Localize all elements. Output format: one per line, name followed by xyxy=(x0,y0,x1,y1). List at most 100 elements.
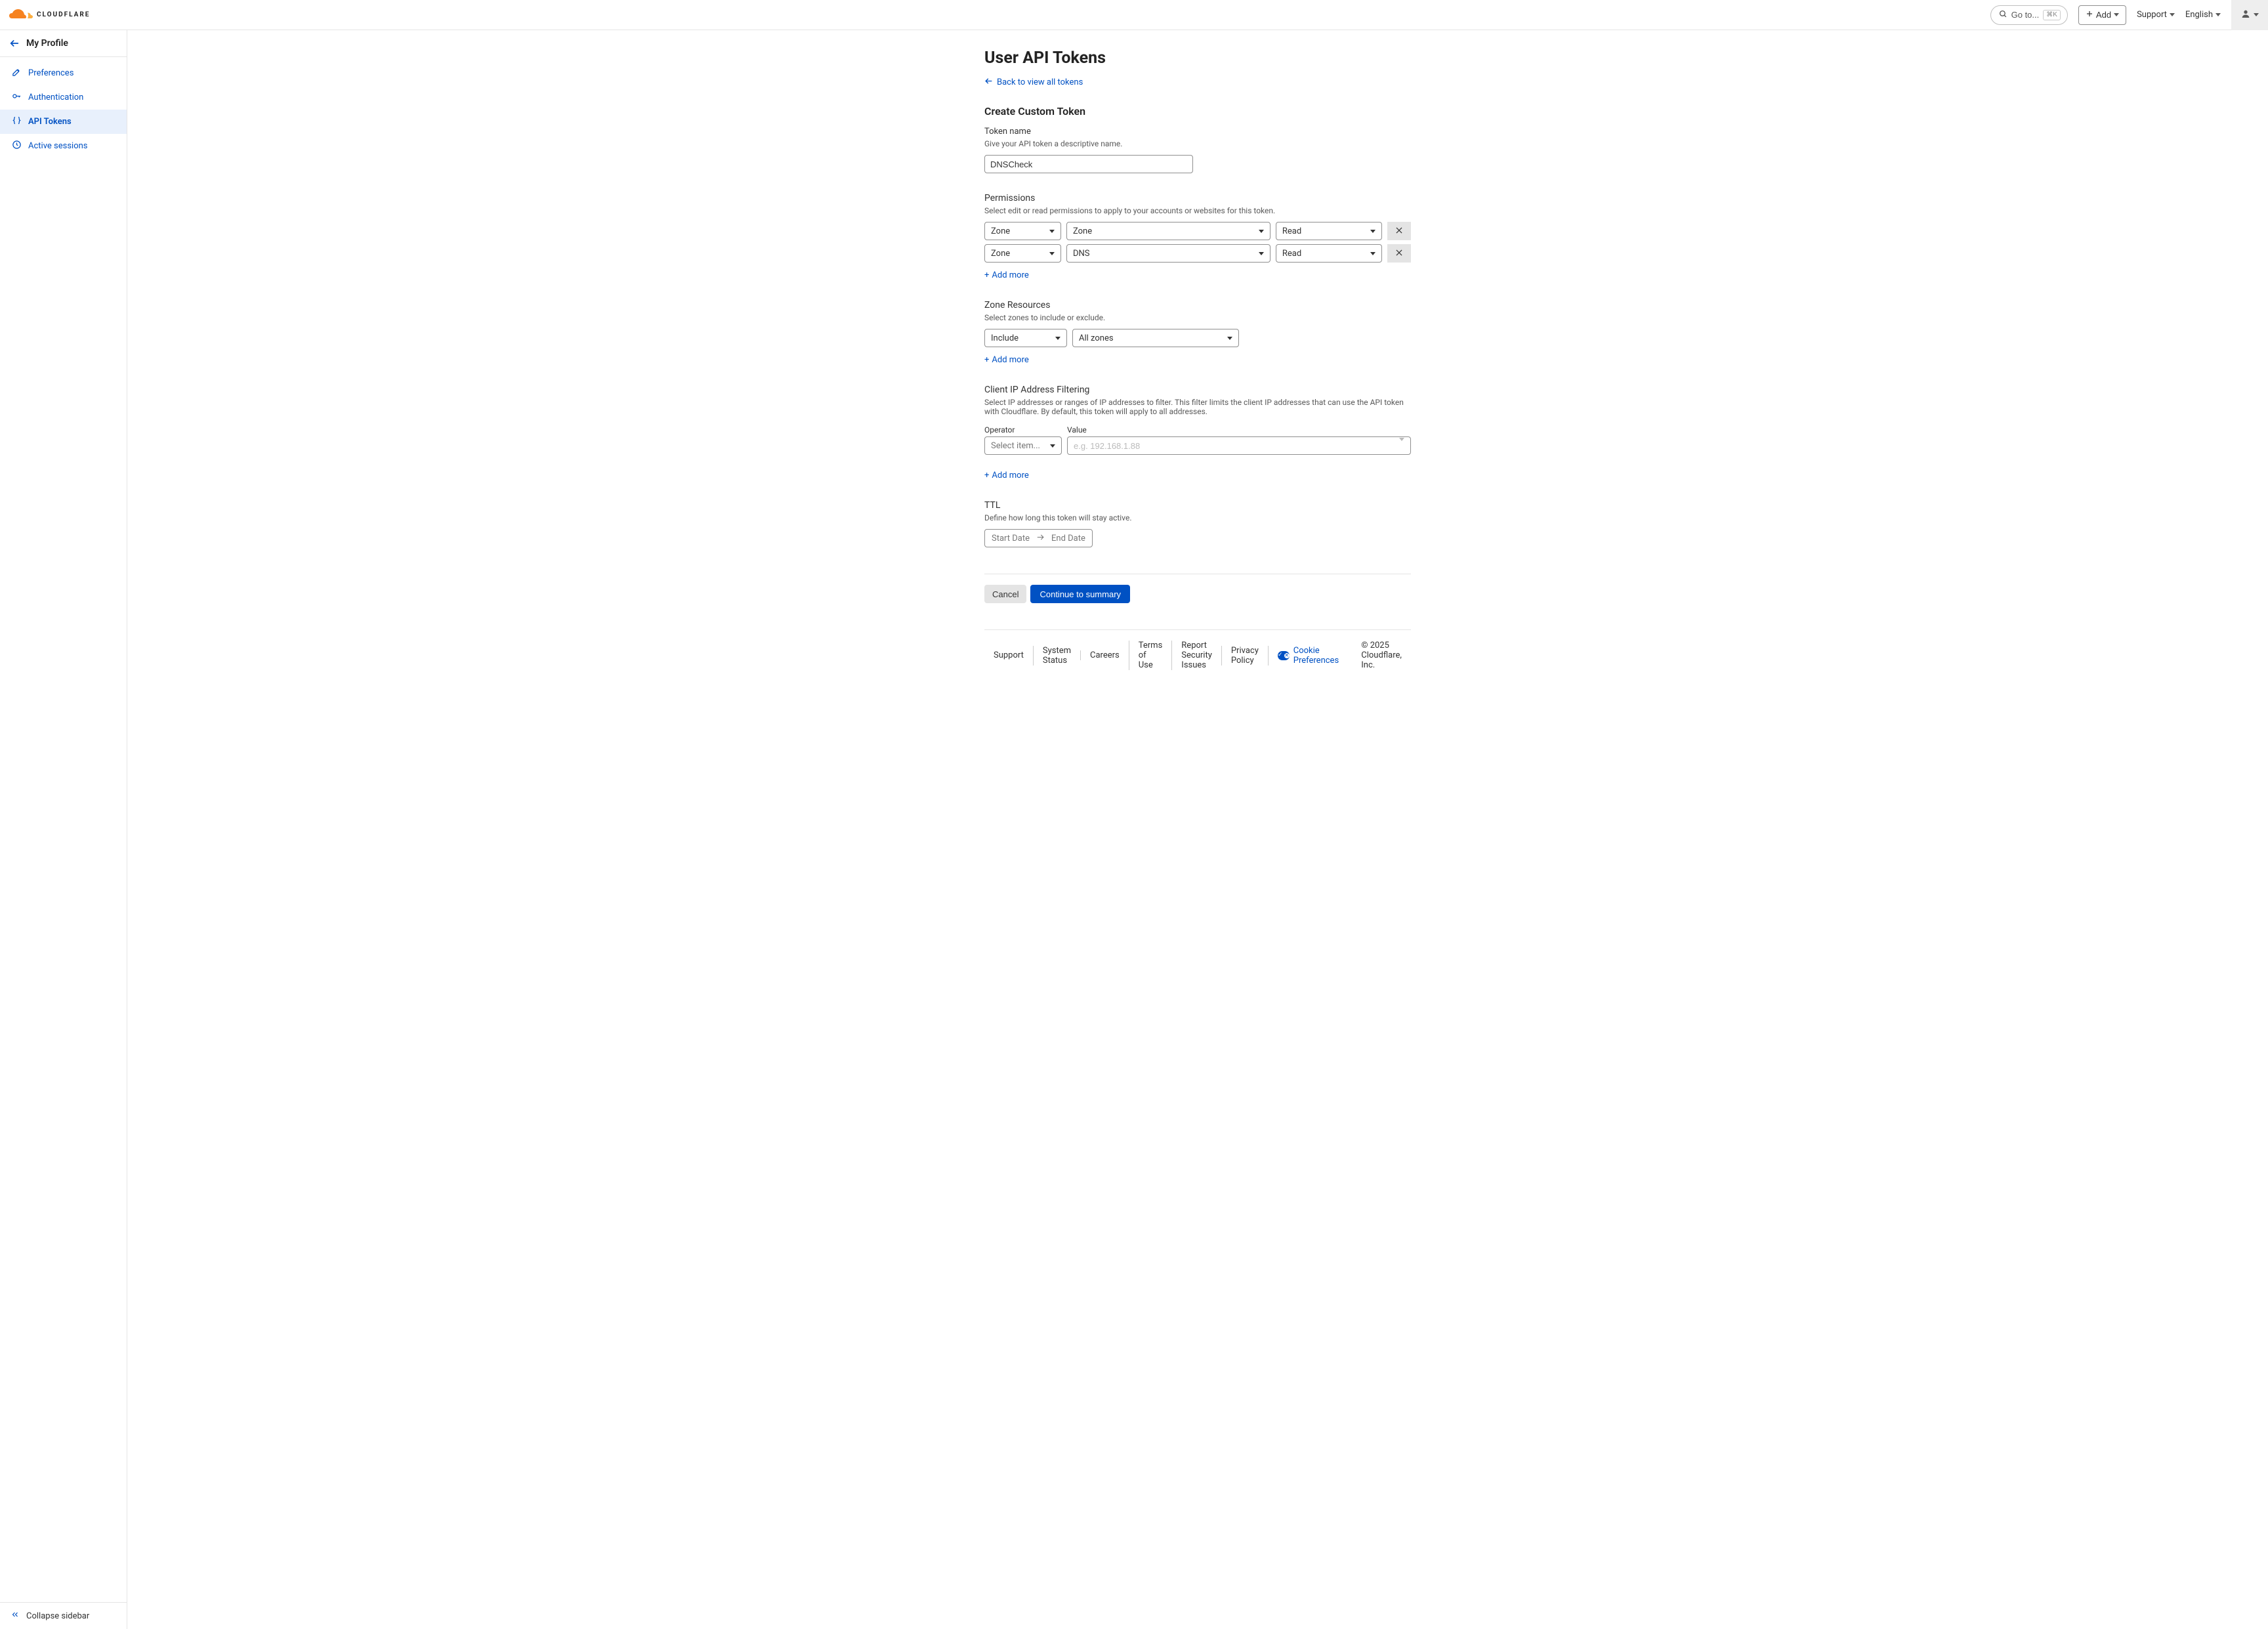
arrow-right-icon xyxy=(1036,533,1045,544)
caret-down-icon xyxy=(1055,337,1060,340)
caret-down-icon xyxy=(2254,13,2259,16)
collapse-sidebar-button[interactable]: Collapse sidebar xyxy=(0,1602,127,1629)
top-header: CLOUDFLARE Go to... ⌘K Add Support xyxy=(0,0,2268,30)
ttl-help: Define how long this token will stay act… xyxy=(984,513,1411,522)
create-custom-token-title: Create Custom Token xyxy=(984,105,1411,117)
zone-resources-group: Zone Resources Select zones to include o… xyxy=(984,300,1411,365)
sidebar-item-preferences[interactable]: Preferences xyxy=(0,61,127,85)
permission-resource-select[interactable]: DNS xyxy=(1066,244,1270,263)
sidebar-item-active-sessions[interactable]: Active sessions xyxy=(0,134,127,158)
cloudflare-logo-icon xyxy=(9,9,33,21)
ttl-end-label: End Date xyxy=(1051,534,1085,543)
arrow-left-icon xyxy=(984,77,993,88)
ttl-start-label: Start Date xyxy=(992,534,1030,543)
permissions-group: Permissions Select edit or read permissi… xyxy=(984,193,1411,280)
back-link[interactable]: Back to view all tokens xyxy=(984,77,1083,88)
caret-down-icon xyxy=(1370,230,1376,233)
caret-down-icon xyxy=(1370,252,1376,255)
operator-label: Operator xyxy=(984,425,1062,434)
permission-access-select[interactable]: Read xyxy=(1276,244,1382,263)
logo-text: CLOUDFLARE xyxy=(37,11,90,18)
permission-access-select[interactable]: Read xyxy=(1276,222,1382,240)
code-braces-icon xyxy=(12,116,22,128)
plus-icon: + xyxy=(984,355,989,365)
support-dropdown[interactable]: Support xyxy=(2137,10,2175,20)
permission-row: Zone Zone Read xyxy=(984,222,1411,240)
token-name-group: Token name Give your API token a descrip… xyxy=(984,127,1411,173)
sidebar-header[interactable]: My Profile xyxy=(0,30,127,57)
main-content: User API Tokens Back to view all tokens … xyxy=(127,30,2268,1629)
ip-operator-select[interactable]: Select item... xyxy=(984,436,1062,455)
permission-scope-select[interactable]: Zone xyxy=(984,222,1061,240)
add-zone-resource-button[interactable]: + Add more xyxy=(984,355,1029,365)
cancel-button[interactable]: Cancel xyxy=(984,585,1026,603)
footer-link-security[interactable]: Report Security Issues xyxy=(1171,641,1221,670)
caret-down-icon xyxy=(1399,441,1404,451)
close-icon xyxy=(1395,248,1404,259)
caret-down-icon xyxy=(1049,230,1055,233)
caret-down-icon xyxy=(1259,230,1264,233)
search-icon xyxy=(1999,10,2007,20)
continue-button[interactable]: Continue to summary xyxy=(1030,585,1130,603)
user-icon xyxy=(2240,9,2251,22)
ip-filter-group: Client IP Address Filtering Select IP ad… xyxy=(984,385,1411,480)
sidebar-item-label: API Tokens xyxy=(28,117,72,127)
remove-permission-button[interactable] xyxy=(1387,244,1411,263)
language-dropdown[interactable]: English xyxy=(2185,10,2221,20)
ip-value-input[interactable] xyxy=(1067,436,1411,455)
user-menu[interactable] xyxy=(2231,0,2268,30)
zone-value-select[interactable]: All zones xyxy=(1072,329,1239,347)
permissions-help: Select edit or read permissions to apply… xyxy=(984,206,1411,215)
close-icon xyxy=(1395,226,1404,237)
sidebar: My Profile Preferences Authentication xyxy=(0,30,127,1629)
add-button[interactable]: Add xyxy=(2078,5,2126,25)
sidebar-item-label: Authentication xyxy=(28,93,83,102)
cookie-badge-icon: ✓✕ xyxy=(1278,651,1290,660)
ttl-group: TTL Define how long this token will stay… xyxy=(984,500,1411,547)
keyboard-shortcut: ⌘K xyxy=(2043,10,2061,20)
permission-resource-select[interactable]: Zone xyxy=(1066,222,1270,240)
form-buttons: Cancel Continue to summary xyxy=(984,585,1411,603)
chevron-double-left-icon xyxy=(10,1610,20,1622)
sidebar-item-label: Active sessions xyxy=(28,141,88,151)
caret-down-icon xyxy=(1049,252,1055,255)
language-label: English xyxy=(2185,10,2213,20)
token-name-input[interactable] xyxy=(984,155,1193,173)
footer-link-terms[interactable]: Terms of Use xyxy=(1129,641,1172,670)
zone-resource-row: Include All zones xyxy=(984,329,1411,347)
caret-down-icon xyxy=(2170,13,2175,16)
top-controls: Go to... ⌘K Add Support English xyxy=(1990,0,2268,30)
zone-resources-help: Select zones to include or exclude. xyxy=(984,313,1411,322)
ttl-picker[interactable]: Start Date End Date xyxy=(984,529,1093,547)
sidebar-item-api-tokens[interactable]: API Tokens xyxy=(0,110,127,134)
token-name-label: Token name xyxy=(984,127,1411,137)
logo[interactable]: CLOUDFLARE xyxy=(9,9,116,21)
sidebar-item-label: Preferences xyxy=(28,68,74,78)
add-label: Add xyxy=(2096,10,2111,20)
sidebar-nav: Preferences Authentication API Tokens xyxy=(0,57,127,162)
footer-copyright: © 2025 Cloudflare, Inc. xyxy=(1361,641,1411,670)
sidebar-item-authentication[interactable]: Authentication xyxy=(0,85,127,110)
footer: Support System Status Careers Terms of U… xyxy=(984,629,1411,683)
footer-link-support[interactable]: Support xyxy=(984,650,1033,660)
sidebar-title: My Profile xyxy=(26,38,68,49)
footer-link-privacy[interactable]: Privacy Policy xyxy=(1221,646,1268,666)
footer-cookie-preferences[interactable]: ✓✕ Cookie Preferences xyxy=(1268,646,1353,666)
zone-resources-title: Zone Resources xyxy=(984,300,1411,310)
add-permission-button[interactable]: + Add more xyxy=(984,270,1029,280)
ip-value-text-input[interactable] xyxy=(1074,441,1399,451)
zone-operator-select[interactable]: Include xyxy=(984,329,1067,347)
permission-row: Zone DNS Read xyxy=(984,244,1411,263)
ip-filter-title: Client IP Address Filtering xyxy=(984,385,1411,395)
remove-permission-button[interactable] xyxy=(1387,222,1411,240)
goto-button[interactable]: Go to... ⌘K xyxy=(1990,5,2068,25)
permissions-title: Permissions xyxy=(984,193,1411,203)
permission-scope-select[interactable]: Zone xyxy=(984,244,1061,263)
footer-link-careers[interactable]: Careers xyxy=(1080,650,1129,660)
caret-down-icon xyxy=(1050,444,1055,448)
caret-down-icon xyxy=(1227,337,1232,340)
ip-filter-row: Operator Select item... Value xyxy=(984,425,1411,455)
plus-icon: + xyxy=(984,471,989,480)
add-ip-filter-button[interactable]: + Add more xyxy=(984,471,1029,480)
footer-link-status[interactable]: System Status xyxy=(1033,646,1080,666)
